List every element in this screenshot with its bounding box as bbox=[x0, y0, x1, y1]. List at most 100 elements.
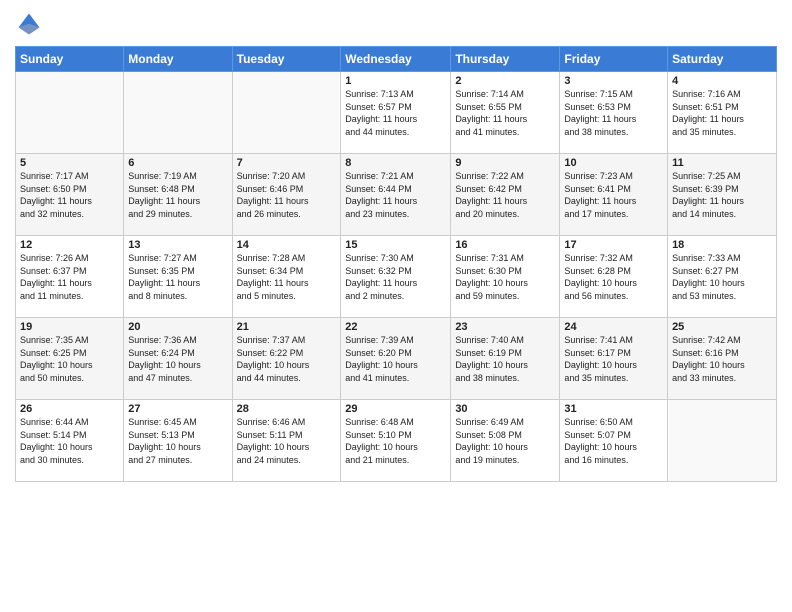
day-info: Sunrise: 7:40 AM Sunset: 6:19 PM Dayligh… bbox=[455, 334, 555, 384]
day-cell: 18Sunrise: 7:33 AM Sunset: 6:27 PM Dayli… bbox=[668, 236, 777, 318]
day-cell bbox=[232, 72, 341, 154]
day-info: Sunrise: 7:17 AM Sunset: 6:50 PM Dayligh… bbox=[20, 170, 119, 220]
day-cell: 9Sunrise: 7:22 AM Sunset: 6:42 PM Daylig… bbox=[451, 154, 560, 236]
day-info: Sunrise: 7:30 AM Sunset: 6:32 PM Dayligh… bbox=[345, 252, 446, 302]
day-info: Sunrise: 7:35 AM Sunset: 6:25 PM Dayligh… bbox=[20, 334, 119, 384]
day-number: 26 bbox=[20, 403, 119, 415]
day-number: 27 bbox=[128, 403, 227, 415]
calendar: SundayMondayTuesdayWednesdayThursdayFrid… bbox=[15, 46, 777, 482]
day-info: Sunrise: 7:27 AM Sunset: 6:35 PM Dayligh… bbox=[128, 252, 227, 302]
day-number: 23 bbox=[455, 321, 555, 333]
header bbox=[15, 10, 777, 38]
day-info: Sunrise: 7:28 AM Sunset: 6:34 PM Dayligh… bbox=[237, 252, 337, 302]
day-cell: 19Sunrise: 7:35 AM Sunset: 6:25 PM Dayli… bbox=[16, 318, 124, 400]
day-number: 31 bbox=[564, 403, 663, 415]
day-cell: 12Sunrise: 7:26 AM Sunset: 6:37 PM Dayli… bbox=[16, 236, 124, 318]
day-cell: 16Sunrise: 7:31 AM Sunset: 6:30 PM Dayli… bbox=[451, 236, 560, 318]
day-info: Sunrise: 7:13 AM Sunset: 6:57 PM Dayligh… bbox=[345, 88, 446, 138]
day-number: 1 bbox=[345, 75, 446, 87]
day-cell bbox=[668, 400, 777, 482]
day-cell: 26Sunrise: 6:44 AM Sunset: 5:14 PM Dayli… bbox=[16, 400, 124, 482]
day-number: 15 bbox=[345, 239, 446, 251]
day-cell: 31Sunrise: 6:50 AM Sunset: 5:07 PM Dayli… bbox=[560, 400, 668, 482]
day-info: Sunrise: 7:16 AM Sunset: 6:51 PM Dayligh… bbox=[672, 88, 772, 138]
day-cell: 3Sunrise: 7:15 AM Sunset: 6:53 PM Daylig… bbox=[560, 72, 668, 154]
day-info: Sunrise: 7:19 AM Sunset: 6:48 PM Dayligh… bbox=[128, 170, 227, 220]
logo bbox=[15, 10, 47, 38]
day-info: Sunrise: 7:39 AM Sunset: 6:20 PM Dayligh… bbox=[345, 334, 446, 384]
day-info: Sunrise: 7:42 AM Sunset: 6:16 PM Dayligh… bbox=[672, 334, 772, 384]
day-info: Sunrise: 7:23 AM Sunset: 6:41 PM Dayligh… bbox=[564, 170, 663, 220]
day-info: Sunrise: 6:50 AM Sunset: 5:07 PM Dayligh… bbox=[564, 416, 663, 466]
day-info: Sunrise: 7:21 AM Sunset: 6:44 PM Dayligh… bbox=[345, 170, 446, 220]
day-info: Sunrise: 7:14 AM Sunset: 6:55 PM Dayligh… bbox=[455, 88, 555, 138]
day-cell: 23Sunrise: 7:40 AM Sunset: 6:19 PM Dayli… bbox=[451, 318, 560, 400]
day-number: 20 bbox=[128, 321, 227, 333]
day-cell: 22Sunrise: 7:39 AM Sunset: 6:20 PM Dayli… bbox=[341, 318, 451, 400]
day-number: 8 bbox=[345, 157, 446, 169]
day-cell: 29Sunrise: 6:48 AM Sunset: 5:10 PM Dayli… bbox=[341, 400, 451, 482]
day-cell: 6Sunrise: 7:19 AM Sunset: 6:48 PM Daylig… bbox=[124, 154, 232, 236]
day-cell: 11Sunrise: 7:25 AM Sunset: 6:39 PM Dayli… bbox=[668, 154, 777, 236]
day-cell: 13Sunrise: 7:27 AM Sunset: 6:35 PM Dayli… bbox=[124, 236, 232, 318]
day-cell: 30Sunrise: 6:49 AM Sunset: 5:08 PM Dayli… bbox=[451, 400, 560, 482]
day-number: 5 bbox=[20, 157, 119, 169]
day-info: Sunrise: 6:46 AM Sunset: 5:11 PM Dayligh… bbox=[237, 416, 337, 466]
day-cell: 10Sunrise: 7:23 AM Sunset: 6:41 PM Dayli… bbox=[560, 154, 668, 236]
day-number: 30 bbox=[455, 403, 555, 415]
week-row-5: 26Sunrise: 6:44 AM Sunset: 5:14 PM Dayli… bbox=[16, 400, 777, 482]
day-info: Sunrise: 7:37 AM Sunset: 6:22 PM Dayligh… bbox=[237, 334, 337, 384]
week-row-3: 12Sunrise: 7:26 AM Sunset: 6:37 PM Dayli… bbox=[16, 236, 777, 318]
day-info: Sunrise: 6:44 AM Sunset: 5:14 PM Dayligh… bbox=[20, 416, 119, 466]
day-cell: 25Sunrise: 7:42 AM Sunset: 6:16 PM Dayli… bbox=[668, 318, 777, 400]
day-number: 13 bbox=[128, 239, 227, 251]
day-cell: 17Sunrise: 7:32 AM Sunset: 6:28 PM Dayli… bbox=[560, 236, 668, 318]
day-number: 18 bbox=[672, 239, 772, 251]
day-number: 6 bbox=[128, 157, 227, 169]
day-number: 16 bbox=[455, 239, 555, 251]
day-info: Sunrise: 6:48 AM Sunset: 5:10 PM Dayligh… bbox=[345, 416, 446, 466]
day-info: Sunrise: 7:20 AM Sunset: 6:46 PM Dayligh… bbox=[237, 170, 337, 220]
day-number: 19 bbox=[20, 321, 119, 333]
col-header-sunday: Sunday bbox=[16, 47, 124, 72]
day-number: 21 bbox=[237, 321, 337, 333]
day-number: 12 bbox=[20, 239, 119, 251]
day-info: Sunrise: 7:41 AM Sunset: 6:17 PM Dayligh… bbox=[564, 334, 663, 384]
day-info: Sunrise: 7:33 AM Sunset: 6:27 PM Dayligh… bbox=[672, 252, 772, 302]
day-info: Sunrise: 7:25 AM Sunset: 6:39 PM Dayligh… bbox=[672, 170, 772, 220]
day-cell: 8Sunrise: 7:21 AM Sunset: 6:44 PM Daylig… bbox=[341, 154, 451, 236]
day-info: Sunrise: 7:31 AM Sunset: 6:30 PM Dayligh… bbox=[455, 252, 555, 302]
day-info: Sunrise: 7:32 AM Sunset: 6:28 PM Dayligh… bbox=[564, 252, 663, 302]
day-number: 17 bbox=[564, 239, 663, 251]
day-info: Sunrise: 7:15 AM Sunset: 6:53 PM Dayligh… bbox=[564, 88, 663, 138]
day-cell: 21Sunrise: 7:37 AM Sunset: 6:22 PM Dayli… bbox=[232, 318, 341, 400]
logo-icon bbox=[15, 10, 43, 38]
day-info: Sunrise: 6:45 AM Sunset: 5:13 PM Dayligh… bbox=[128, 416, 227, 466]
day-cell: 5Sunrise: 7:17 AM Sunset: 6:50 PM Daylig… bbox=[16, 154, 124, 236]
day-number: 11 bbox=[672, 157, 772, 169]
day-number: 28 bbox=[237, 403, 337, 415]
day-info: Sunrise: 7:36 AM Sunset: 6:24 PM Dayligh… bbox=[128, 334, 227, 384]
col-header-wednesday: Wednesday bbox=[341, 47, 451, 72]
col-header-saturday: Saturday bbox=[668, 47, 777, 72]
col-header-friday: Friday bbox=[560, 47, 668, 72]
day-info: Sunrise: 7:26 AM Sunset: 6:37 PM Dayligh… bbox=[20, 252, 119, 302]
day-number: 10 bbox=[564, 157, 663, 169]
day-number: 7 bbox=[237, 157, 337, 169]
day-number: 25 bbox=[672, 321, 772, 333]
day-number: 22 bbox=[345, 321, 446, 333]
day-number: 9 bbox=[455, 157, 555, 169]
day-cell bbox=[124, 72, 232, 154]
day-number: 14 bbox=[237, 239, 337, 251]
day-cell: 27Sunrise: 6:45 AM Sunset: 5:13 PM Dayli… bbox=[124, 400, 232, 482]
col-header-thursday: Thursday bbox=[451, 47, 560, 72]
day-cell: 2Sunrise: 7:14 AM Sunset: 6:55 PM Daylig… bbox=[451, 72, 560, 154]
day-cell: 24Sunrise: 7:41 AM Sunset: 6:17 PM Dayli… bbox=[560, 318, 668, 400]
day-number: 24 bbox=[564, 321, 663, 333]
day-cell: 15Sunrise: 7:30 AM Sunset: 6:32 PM Dayli… bbox=[341, 236, 451, 318]
calendar-header-row: SundayMondayTuesdayWednesdayThursdayFrid… bbox=[16, 47, 777, 72]
week-row-1: 1Sunrise: 7:13 AM Sunset: 6:57 PM Daylig… bbox=[16, 72, 777, 154]
col-header-tuesday: Tuesday bbox=[232, 47, 341, 72]
week-row-4: 19Sunrise: 7:35 AM Sunset: 6:25 PM Dayli… bbox=[16, 318, 777, 400]
day-cell: 1Sunrise: 7:13 AM Sunset: 6:57 PM Daylig… bbox=[341, 72, 451, 154]
